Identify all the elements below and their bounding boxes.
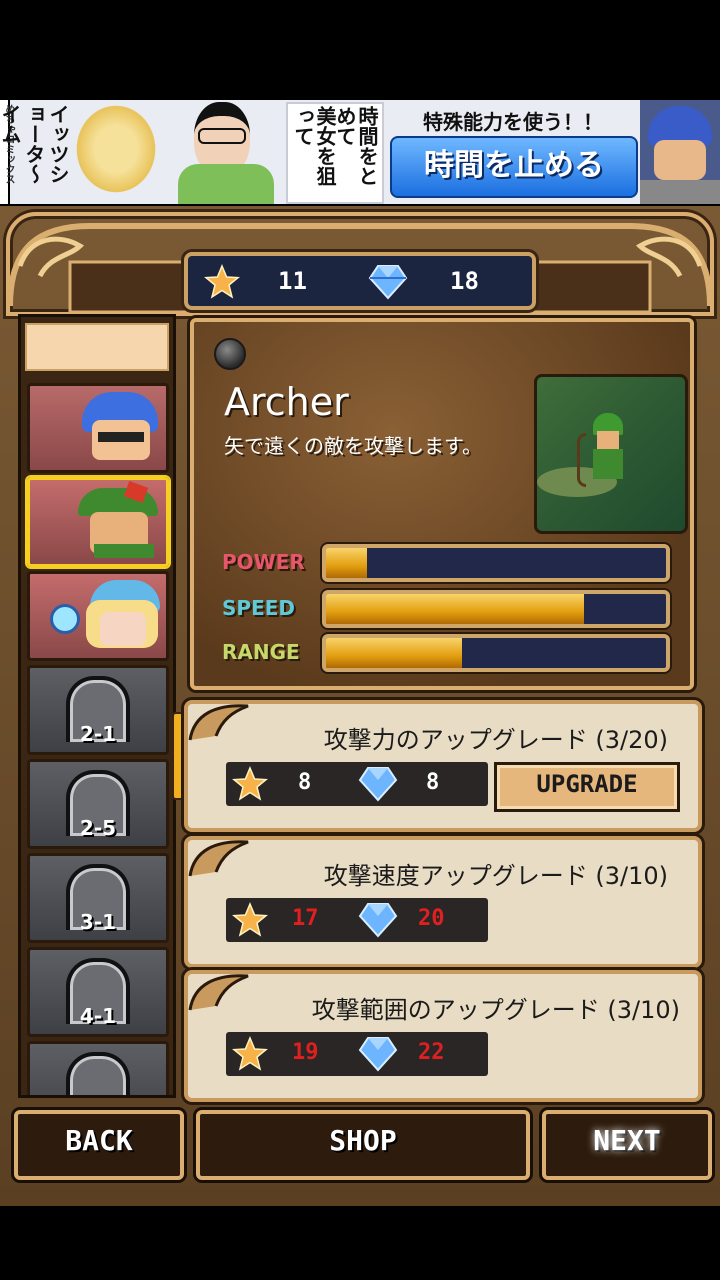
upgrade-panel-attack: 攻撃力のアップグレード (3/20) 8 8 UPGRADE [184, 700, 702, 832]
gem-cost: 8 [426, 770, 440, 795]
back-button[interactable]: BACK [14, 1110, 184, 1180]
gem-icon [368, 265, 408, 300]
ad-text-2: 美女を狙って [291, 106, 337, 186]
locked-slot[interactable]: 2-1 [27, 665, 169, 755]
character-slot-archer[interactable] [27, 477, 169, 567]
list-scrollbar[interactable] [172, 712, 184, 800]
gem-count: 18 [450, 267, 479, 295]
shop-button[interactable]: SHOP [196, 1110, 530, 1180]
character-preview-image [534, 374, 688, 534]
ad-cta-button[interactable]: 時間を止める [390, 136, 638, 198]
gem-cost: 20 [418, 906, 445, 931]
stat-label-power: POWER [222, 550, 305, 574]
locked-slot[interactable]: 3-1 [27, 853, 169, 943]
stat-fill-range [326, 638, 462, 668]
upgrade-title: 攻撃範囲のアップグレード (3/10) [311, 996, 680, 1024]
upgrade-title: 攻撃速度アップグレード (3/10) [323, 862, 668, 890]
stat-bar-power [322, 544, 670, 582]
gem-cost: 22 [418, 1040, 445, 1065]
character-list[interactable]: 2-1 2-5 3-1 4-1 [18, 314, 176, 1098]
star-icon [232, 1036, 268, 1071]
locked-stage-label: 2-1 [79, 722, 117, 746]
stat-bar-speed [322, 590, 670, 628]
upgrade-title: 攻撃力のアップグレード (3/20) [323, 726, 668, 754]
character-list-header [25, 323, 169, 371]
ad-title-text: イッツショータ～イム [0, 104, 70, 184]
star-cost: 19 [292, 1040, 319, 1065]
character-description: 矢で遠くの敵を攻撃します。 [224, 434, 482, 458]
locked-stage-label: 4-1 [79, 1004, 117, 1028]
character-name: Archer [224, 380, 349, 424]
ad-speech-box: 美女を狙って 時間をとめて [286, 102, 384, 204]
gem-icon [358, 903, 398, 938]
gem-icon [358, 1037, 398, 1072]
swordsman-portrait [74, 392, 160, 464]
upgrade-panel-speed: 攻撃速度アップグレード (3/10) 17 20 [184, 836, 702, 968]
currency-bar: 11 18 [184, 252, 536, 310]
upgrade-cost: 17 20 [226, 898, 488, 942]
ad-hero-illustration [640, 100, 720, 204]
upgrade-cost: 19 22 [226, 1032, 488, 1076]
leaf-ornament-icon [188, 840, 249, 877]
character-slot-swordsman[interactable] [27, 383, 169, 473]
ad-man-illustration [178, 102, 278, 204]
stat-label-speed: SPEED [222, 596, 295, 620]
stat-fill-speed [326, 594, 585, 624]
lock-icon [66, 1052, 130, 1095]
star-icon [204, 264, 240, 299]
locked-slot-partial[interactable] [27, 1041, 169, 1095]
leaf-ornament-icon [188, 704, 249, 741]
locked-slot[interactable]: 2-5 [27, 759, 169, 849]
next-button[interactable]: NEXT [542, 1110, 712, 1180]
star-icon [232, 902, 268, 937]
star-cost: 8 [298, 770, 312, 795]
locked-stage-label: 3-1 [79, 910, 117, 934]
stat-fill-power [326, 548, 367, 578]
upgrade-cost: 8 8 [226, 762, 488, 806]
upgrade-button[interactable]: UPGRADE [494, 762, 680, 812]
locked-slot[interactable]: 4-1 [27, 947, 169, 1037]
locked-stage-label: 2-5 [79, 816, 117, 840]
star-cost: 17 [292, 906, 319, 931]
leaf-ornament-icon [188, 974, 249, 1011]
ad-tagline: 特殊能力を使う！！ [423, 110, 603, 134]
character-detail-panel: Archer 矢で遠くの敵を攻撃します。 POWER SPEED RANGE [190, 318, 694, 690]
gem-icon [358, 767, 398, 802]
ad-banner[interactable]: めちゃコミックス イッツショータ～イム 美女を狙って 時間をとめて 特殊能力を使… [0, 100, 720, 204]
upgrade-panel-range: 攻撃範囲のアップグレード (3/10) 19 22 [184, 970, 702, 1102]
mage-portrait [50, 578, 160, 652]
ad-text-3: 時間をとめて [333, 106, 379, 186]
character-slot-mage[interactable] [27, 571, 169, 661]
stat-bar-range [322, 634, 670, 672]
archer-portrait [74, 481, 160, 558]
stat-label-range: RANGE [222, 640, 300, 664]
star-count: 11 [278, 267, 307, 295]
rivet-icon [214, 338, 246, 370]
ad-girl-illustration [66, 104, 166, 204]
star-icon [232, 766, 268, 801]
